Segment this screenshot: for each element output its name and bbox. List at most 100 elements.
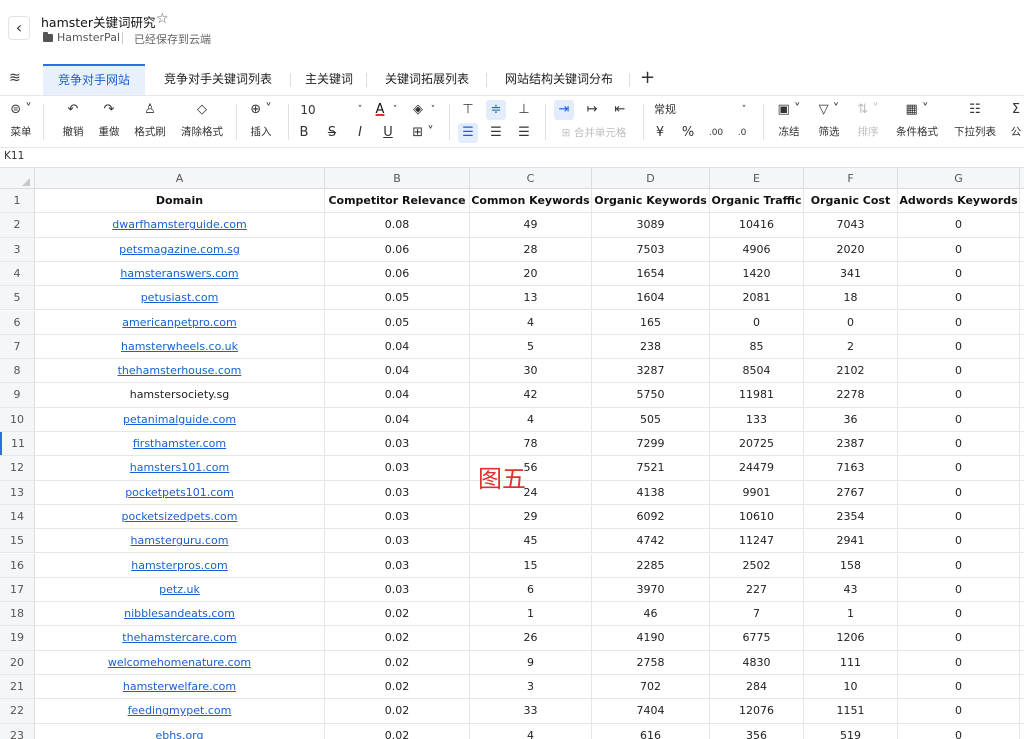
value-cell[interactable]: 7299 <box>592 432 710 456</box>
value-cell[interactable]: 0 <box>898 286 1020 310</box>
row-number[interactable]: 11 <box>0 432 35 456</box>
row-number[interactable]: 13 <box>0 480 35 504</box>
value-cell[interactable]: 7521 <box>592 456 710 480</box>
value-cell[interactable]: 0.03 <box>325 504 470 529</box>
value-cell[interactable]: 2081 <box>710 286 804 310</box>
column-title-cell[interactable]: Common Keywords <box>470 189 592 213</box>
row-number[interactable]: 23 <box>0 723 35 739</box>
value-cell[interactable]: 4 <box>470 407 592 431</box>
number-format-chevron-icon[interactable]: ˅ <box>738 100 750 120</box>
domain-cell[interactable]: firsthamster.com <box>35 432 325 456</box>
tab-competitor-sites[interactable]: 竞争对手网站 <box>43 64 145 95</box>
clip-text-icon[interactable]: ⇤ <box>610 100 630 120</box>
value-cell[interactable]: 1 <box>804 602 898 626</box>
value-cell[interactable]: 0 <box>898 699 1020 723</box>
sort-button[interactable]: ⇅ ˅ 排序 <box>852 98 884 140</box>
row-number[interactable]: 20 <box>0 650 35 674</box>
value-cell[interactable]: 1 <box>470 602 592 626</box>
value-cell[interactable]: 0.03 <box>325 456 470 480</box>
conditional-format-button[interactable]: ▦ ˅ 条件格式 <box>892 98 942 140</box>
value-cell[interactable]: 0 <box>898 237 1020 261</box>
align-middle-icon[interactable]: ≑ <box>486 100 506 120</box>
value-cell[interactable]: 4138 <box>592 480 710 504</box>
value-cell[interactable]: 15 <box>470 553 592 577</box>
value-cell[interactable]: 0 <box>898 723 1020 739</box>
value-cell[interactable]: 24479 <box>710 456 804 480</box>
row-number[interactable]: 16 <box>0 553 35 577</box>
value-cell[interactable]: 0 <box>898 480 1020 504</box>
italic-button[interactable]: I <box>352 123 368 143</box>
row-number[interactable]: 21 <box>0 675 35 699</box>
fill-color-chevron-icon[interactable]: ˅ <box>428 100 438 120</box>
value-cell[interactable]: 10416 <box>710 213 804 237</box>
value-cell[interactable]: 519 <box>804 723 898 739</box>
value-cell[interactable]: 0.02 <box>325 626 470 650</box>
column-title-cell[interactable]: Competitor Relevance <box>325 189 470 213</box>
align-right-icon[interactable]: ☰ <box>514 123 534 143</box>
value-cell[interactable]: 0.04 <box>325 334 470 359</box>
percent-button[interactable]: % <box>680 123 696 143</box>
tab-site-structure-keywords[interactable]: 网站结构关键词分布 <box>492 64 626 95</box>
value-cell[interactable]: 2354 <box>804 504 898 529</box>
value-cell[interactable]: 0.04 <box>325 383 470 407</box>
domain-cell[interactable]: petz.uk <box>35 577 325 602</box>
align-center-icon[interactable]: ☰ <box>486 123 506 143</box>
value-cell[interactable]: 18 <box>804 286 898 310</box>
value-cell[interactable]: 2278 <box>804 383 898 407</box>
value-cell[interactable]: 0 <box>710 310 804 334</box>
select-all-corner[interactable] <box>0 168 35 189</box>
row-number[interactable]: 6 <box>0 310 35 334</box>
domain-cell[interactable]: hamsteranswers.com <box>35 261 325 286</box>
value-cell[interactable]: 0 <box>804 310 898 334</box>
value-cell[interactable]: 33 <box>470 699 592 723</box>
value-cell[interactable]: 0.04 <box>325 407 470 431</box>
value-cell[interactable]: 0 <box>898 407 1020 431</box>
underline-button[interactable]: U <box>380 123 396 143</box>
value-cell[interactable]: 7043 <box>804 213 898 237</box>
redo-button[interactable]: ↷ 重做 <box>92 98 126 140</box>
value-cell[interactable]: 7404 <box>592 699 710 723</box>
value-cell[interactable]: 0 <box>898 626 1020 650</box>
column-header-a[interactable]: A <box>35 168 325 189</box>
value-cell[interactable]: 4 <box>470 723 592 739</box>
value-cell[interactable]: 29 <box>470 504 592 529</box>
value-cell[interactable]: 2758 <box>592 650 710 674</box>
star-outline-icon[interactable]: ☆ <box>156 11 169 27</box>
value-cell[interactable]: 2767 <box>804 480 898 504</box>
value-cell[interactable]: 356 <box>710 723 804 739</box>
value-cell[interactable]: 11981 <box>710 383 804 407</box>
row-number[interactable]: 17 <box>0 577 35 602</box>
fill-color-icon[interactable]: ◈ <box>410 100 426 120</box>
freeze-button[interactable]: ▣ ˅ 冻结 <box>772 98 806 140</box>
value-cell[interactable]: 2 <box>804 334 898 359</box>
value-cell[interactable]: 2285 <box>592 553 710 577</box>
value-cell[interactable]: 0.03 <box>325 432 470 456</box>
formula-button[interactable]: Σ 公 <box>1008 98 1024 140</box>
value-cell[interactable]: 12076 <box>710 699 804 723</box>
domain-cell[interactable]: ebhs.org <box>35 723 325 739</box>
value-cell[interactable]: 2102 <box>804 359 898 383</box>
add-sheet-icon[interactable]: + <box>640 67 655 88</box>
value-cell[interactable]: 0 <box>898 432 1020 456</box>
value-cell[interactable]: 227 <box>710 577 804 602</box>
tab-keyword-expansion-list[interactable]: 关键词拓展列表 <box>372 64 482 95</box>
value-cell[interactable]: 20 <box>470 261 592 286</box>
domain-cell[interactable]: petusiast.com <box>35 286 325 310</box>
row-number[interactable]: 19 <box>0 626 35 650</box>
value-cell[interactable]: 238 <box>592 334 710 359</box>
value-cell[interactable]: 284 <box>710 675 804 699</box>
domain-cell[interactable]: thehamstercare.com <box>35 626 325 650</box>
value-cell[interactable]: 7163 <box>804 456 898 480</box>
value-cell[interactable]: 28 <box>470 237 592 261</box>
value-cell[interactable]: 0.02 <box>325 675 470 699</box>
value-cell[interactable]: 20725 <box>710 432 804 456</box>
domain-cell[interactable]: hamstersociety.sg <box>35 383 325 407</box>
value-cell[interactable]: 0.02 <box>325 723 470 739</box>
value-cell[interactable]: 3287 <box>592 359 710 383</box>
value-cell[interactable]: 0 <box>898 602 1020 626</box>
font-color-chevron-icon[interactable]: ˅ <box>390 100 400 120</box>
row-number[interactable]: 5 <box>0 286 35 310</box>
number-format-select[interactable]: 常规 <box>652 100 678 120</box>
value-cell[interactable]: 505 <box>592 407 710 431</box>
value-cell[interactable]: 9 <box>470 650 592 674</box>
